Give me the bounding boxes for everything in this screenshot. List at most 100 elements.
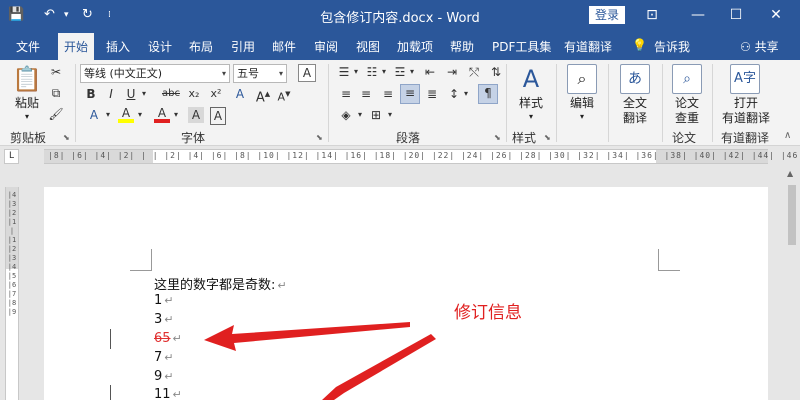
minimize-button[interactable]: — (688, 6, 708, 24)
text-effects-button[interactable]: A (232, 86, 248, 102)
tab-layout[interactable]: 布局 (189, 38, 213, 55)
login-button[interactable]: 登录 (589, 6, 625, 24)
strikethrough-button[interactable]: abc (160, 86, 182, 102)
maximize-button[interactable]: ☐ (726, 6, 746, 24)
tab-view[interactable]: 视图 (356, 38, 380, 55)
line-spacing-icon[interactable]: ↕ (446, 86, 462, 102)
styles-launcher-icon[interactable]: ⬊ (544, 133, 551, 142)
bold-button[interactable]: B (84, 86, 98, 102)
bullets-icon[interactable]: ☰ (336, 64, 352, 80)
decrease-indent-icon[interactable]: ⇤ (422, 64, 438, 80)
copy-icon[interactable]: ⧉ (48, 85, 64, 101)
underline-button[interactable]: U (124, 86, 138, 102)
tab-design[interactable]: 设计 (148, 38, 172, 55)
font-launcher-icon[interactable]: ⬊ (316, 133, 323, 142)
show-formatting-marks-icon[interactable]: ¶ (478, 84, 498, 104)
character-border-icon[interactable]: A (210, 107, 226, 125)
share-button[interactable]: ⚇ 共享 (740, 38, 779, 55)
document-page[interactable]: 这里的数字都是奇数: ↵ 1 ↵ 3 ↵ 65 ↵ 7 ↵ 9 ↵ 11 ↵ 修订信息 (44, 187, 768, 400)
paste-button[interactable]: 粘贴 (10, 96, 44, 110)
distributed-icon[interactable]: ≣ (424, 86, 440, 102)
format-painter-icon[interactable]: 🖌 (48, 106, 64, 122)
shrink-font-icon[interactable]: A▼ (276, 86, 292, 106)
tab-selector-button[interactable]: L (4, 149, 19, 164)
sort-icon[interactable]: ⇅ (488, 64, 504, 80)
search-icon[interactable]: ⌕ (567, 64, 597, 94)
tab-home[interactable]: 开始 (58, 33, 95, 60)
paper-group-label: 论文 (672, 131, 697, 145)
font-size-select[interactable]: 五号 ▾ (233, 64, 287, 83)
tab-file[interactable]: 文件 (16, 38, 40, 55)
shading-icon[interactable]: ◈ (338, 107, 354, 123)
bullets-dropdown-icon[interactable]: ▾ (352, 64, 360, 80)
annotation-text: 修订信息 (454, 303, 522, 323)
tab-review[interactable]: 审阅 (314, 38, 338, 55)
chinese-layout-icon[interactable]: ⤲ (466, 64, 482, 80)
change-case-icon[interactable]: A (298, 64, 316, 82)
align-right-icon[interactable]: ≡ (380, 86, 396, 102)
grow-font-icon[interactable]: A▲ (255, 86, 271, 106)
open-youdao-line2[interactable]: 有道翻译 (718, 111, 774, 125)
font-color-button[interactable]: A (154, 107, 170, 123)
styles-dropdown-icon[interactable]: ▾ (512, 110, 550, 124)
numbering-dropdown-icon[interactable]: ▾ (380, 64, 388, 80)
translate-icon[interactable]: あ (620, 64, 650, 94)
scrollbar-thumb[interactable] (788, 185, 796, 245)
superscript-button[interactable]: x² (208, 86, 224, 102)
numbering-icon[interactable]: ☷ (364, 64, 380, 80)
tab-mailings[interactable]: 邮件 (272, 38, 296, 55)
tell-me-search[interactable]: 告诉我 (654, 38, 690, 55)
cut-icon[interactable]: ✂ (48, 64, 64, 80)
multilevel-list-icon[interactable]: ☲ (392, 64, 408, 80)
paste-icon[interactable]: 📋 (12, 64, 42, 94)
tab-addins[interactable]: 加载项 (397, 38, 433, 55)
title-bar: 💾 ↶ ▾ ↻ ⁞ 包含修订内容.docx - Word 登录 ⊡ — ☐ ✕ (0, 0, 800, 30)
vertical-scrollbar[interactable]: ▲ (784, 167, 800, 400)
borders-icon[interactable]: ⊞ (368, 107, 384, 123)
styles-icon[interactable]: A (516, 64, 546, 94)
tab-references[interactable]: 引用 (231, 38, 255, 55)
scroll-up-icon[interactable]: ▲ (787, 169, 793, 178)
vertical-ruler[interactable]: |4|3|2|1| |1|2|3|4|5|6|7|8|9 (5, 187, 19, 400)
shading-dropdown-icon[interactable]: ▾ (356, 107, 364, 123)
borders-dropdown-icon[interactable]: ▾ (386, 107, 394, 123)
text-effects-dropdown-icon[interactable]: ▾ (104, 107, 112, 123)
align-left-icon[interactable]: ≡ (338, 86, 354, 102)
underline-dropdown-icon[interactable]: ▾ (140, 86, 148, 102)
styles-button[interactable]: 样式 (512, 96, 550, 110)
paper-check-line1[interactable]: 论文 (666, 96, 708, 110)
tab-pdf-tools[interactable]: PDF工具集 (492, 38, 551, 55)
close-button[interactable]: ✕ (766, 6, 786, 24)
subscript-button[interactable]: x₂ (186, 86, 202, 102)
collapse-ribbon-icon[interactable]: ∧ (784, 130, 791, 141)
paper-check-icon[interactable]: ⌕ (672, 64, 702, 94)
translate-full-line1[interactable]: 全文 (614, 96, 656, 110)
open-youdao-icon[interactable]: A字 (730, 64, 760, 94)
text-effects-icon[interactable]: A (86, 107, 102, 123)
font-name-select[interactable]: 等线 (中文正文) ▾ (80, 64, 230, 83)
lightbulb-icon[interactable]: 💡 (632, 38, 647, 52)
clipboard-launcher-icon[interactable]: ⬊ (63, 133, 70, 142)
horizontal-ruler[interactable]: |8| |6| |4| |2| | | |2| |4| |6| |8| |10|… (44, 149, 800, 164)
editing-dropdown-icon[interactable]: ▾ (562, 110, 602, 124)
open-youdao-line1[interactable]: 打开 (718, 96, 774, 110)
multilevel-dropdown-icon[interactable]: ▾ (408, 64, 416, 80)
character-shading-icon[interactable]: A (188, 107, 204, 123)
align-center-icon[interactable]: ≡ (358, 86, 374, 102)
paper-check-line2[interactable]: 查重 (666, 111, 708, 125)
italic-button[interactable]: I (104, 86, 118, 102)
editing-button[interactable]: 编辑 (562, 96, 602, 110)
translate-full-line2[interactable]: 翻译 (614, 111, 656, 125)
ribbon-display-options-icon[interactable]: ⊡ (642, 6, 662, 24)
line-spacing-dropdown-icon[interactable]: ▾ (462, 86, 470, 102)
tab-insert[interactable]: 插入 (106, 38, 130, 55)
increase-indent-icon[interactable]: ⇥ (444, 64, 460, 80)
tab-help[interactable]: 帮助 (450, 38, 474, 55)
justify-icon[interactable]: ≡ (400, 84, 420, 104)
paragraph-launcher-icon[interactable]: ⬊ (494, 133, 501, 142)
highlight-button[interactable]: A (118, 107, 134, 123)
tab-youdao[interactable]: 有道翻译 (564, 38, 612, 55)
font-color-dropdown-icon[interactable]: ▾ (172, 107, 180, 123)
highlight-dropdown-icon[interactable]: ▾ (136, 107, 144, 123)
paste-dropdown-icon[interactable]: ▾ (10, 110, 44, 124)
